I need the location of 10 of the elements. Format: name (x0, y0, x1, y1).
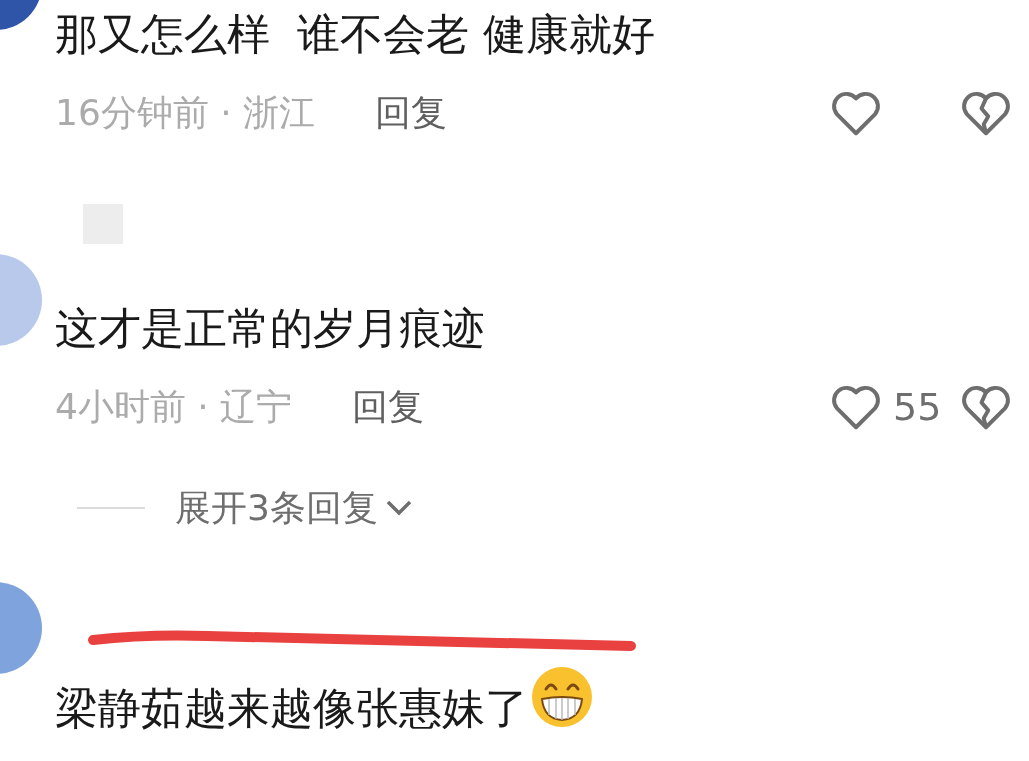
grinning-emoji-icon (530, 665, 594, 729)
like-count: 55 (893, 385, 942, 429)
comment-text: 这才是正常的岁月痕迹 (55, 302, 485, 355)
reply-link[interactable]: 回复 (352, 382, 425, 432)
reply-link[interactable]: 回复 (375, 88, 448, 138)
expand-replies-button[interactable]: 展开3条回复 (175, 483, 414, 533)
comment-text: 梁静茹越来越像张惠妹了 (55, 682, 528, 735)
comment-text: 那又怎么样 谁不会老 健康就好 (55, 8, 655, 61)
time-location: 16分钟前 · 浙江 (55, 90, 316, 135)
time-location: 4小时前 · 辽宁 (55, 384, 293, 429)
